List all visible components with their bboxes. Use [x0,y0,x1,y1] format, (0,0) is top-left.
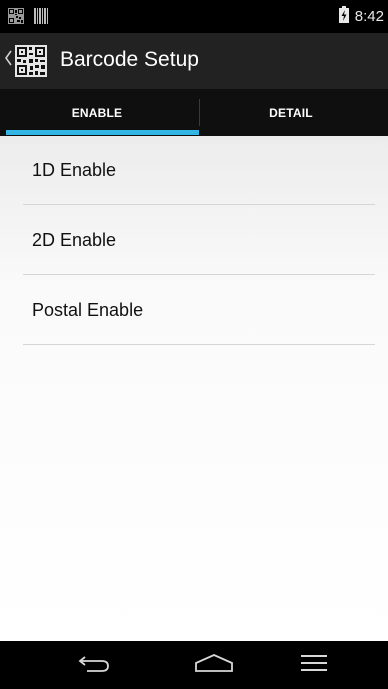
list-item-2d-enable[interactable]: 2D Enable [23,206,375,275]
menu-button[interactable] [274,641,354,689]
back-button[interactable] [54,641,134,689]
scanner-notification-icon [34,8,48,29]
home-button[interactable] [174,641,254,689]
back-icon [77,653,111,678]
list-item-label: 2D Enable [32,230,117,250]
list-item-postal-enable[interactable]: Postal Enable [23,276,375,345]
app-title: Barcode Setup [60,48,199,71]
status-notifications [8,8,48,29]
status-time: 8:42 [354,8,384,25]
barcode-app-icon[interactable] [15,45,47,77]
menu-icon [299,653,329,678]
battery-charging-icon [338,6,349,27]
settings-list: 1D Enable 2D Enable Postal Enable [0,136,388,641]
list-item-label: Postal Enable [32,300,144,320]
tab-bar: ENABLE DETAIL [0,89,388,136]
tab-detail-label: DETAIL [269,105,313,120]
list-item-1d-enable[interactable]: 1D Enable [23,136,375,205]
status-system: 8:42 [338,6,384,27]
tab-detail[interactable]: DETAIL [194,89,388,136]
home-icon [194,653,234,678]
tab-enable[interactable]: ENABLE [0,89,194,136]
up-caret-icon[interactable] [4,50,12,71]
barcode-notification-icon [8,8,24,29]
navigation-bar [0,641,388,689]
action-bar: Barcode Setup [0,33,388,89]
status-bar: 8:42 [0,0,388,33]
tab-selected-indicator [6,130,199,135]
list-item-label: 1D Enable [32,160,117,180]
tab-enable-label: ENABLE [71,105,123,120]
